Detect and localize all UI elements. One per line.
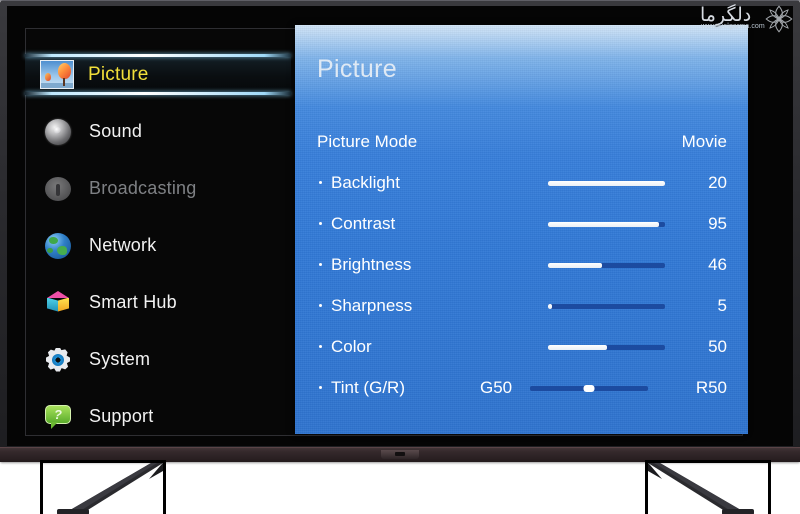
picture-settings-panel: Picture Picture Mode Movie Backlight 20: [295, 25, 748, 434]
setting-value: 50: [708, 336, 727, 356]
sidebar-item-label: Network: [89, 235, 157, 255]
selection-glow-top: [25, 54, 291, 57]
tv-leg-left: [40, 460, 166, 514]
sidebar-item-label: Broadcasting: [89, 178, 197, 198]
speaker-icon: [41, 118, 75, 145]
setting-value: R50: [695, 377, 727, 397]
setting-label: Color: [331, 336, 372, 356]
setting-label: Picture Mode: [317, 131, 418, 151]
sidebar-item-label: Sound: [89, 121, 143, 141]
panel-title: Picture: [317, 55, 397, 83]
bullet-icon: [319, 304, 322, 307]
setting-value: 46: [708, 254, 727, 274]
slider-thumb[interactable]: [583, 385, 595, 392]
slider-fill: [548, 181, 665, 186]
sidebar-item-broadcasting[interactable]: Broadcasting: [26, 168, 308, 209]
setting-label: Backlight: [331, 172, 400, 192]
sidebar-item-sound[interactable]: Sound: [26, 111, 308, 152]
selection-glow-bottom: [25, 92, 291, 95]
setting-label: Contrast: [331, 213, 396, 233]
setting-row-color[interactable]: Color 50: [295, 326, 748, 367]
question-bubble-icon: ?: [41, 403, 75, 430]
slider-fill: [548, 263, 602, 268]
ir-sensor-badge: [381, 450, 419, 459]
cube-icon: [41, 289, 75, 316]
tv-leg-right: [645, 460, 771, 514]
bezel-highlight: [0, 0, 800, 1]
slider-fill: [548, 304, 552, 309]
slider-fill: [548, 345, 607, 350]
contrast-slider[interactable]: [548, 222, 665, 227]
sidebar-item-label: Smart Hub: [89, 292, 177, 312]
setting-row-brightness[interactable]: Brightness 46: [295, 244, 748, 285]
sidebar-item-label: Picture: [88, 63, 149, 85]
bullet-icon: [319, 222, 322, 225]
bullet-icon: [319, 181, 322, 184]
setting-row-backlight[interactable]: Backlight 20: [295, 162, 748, 203]
setting-row-picture-mode[interactable]: Picture Mode Movie: [295, 121, 748, 162]
slider-fill: [548, 222, 660, 227]
sidebar-item-system[interactable]: System: [26, 339, 308, 380]
sidebar-item-smart-hub[interactable]: Smart Hub: [26, 282, 308, 323]
bullet-icon: [319, 263, 322, 266]
setting-row-sharpness[interactable]: Sharpness 5: [295, 285, 748, 326]
tint-min-label: G50: [480, 377, 513, 397]
gear-icon: [41, 346, 75, 373]
balloon-photo-icon: [40, 60, 74, 89]
setting-value: 20: [708, 172, 727, 192]
backlight-slider[interactable]: [548, 181, 665, 186]
satellite-dish-icon: [41, 175, 75, 202]
setting-value: 95: [708, 213, 727, 233]
setting-value: Movie: [681, 131, 727, 151]
settings-rows: Picture Mode Movie Backlight 20 Contrast: [295, 121, 748, 408]
sidebar-item-picture[interactable]: Picture: [25, 54, 291, 95]
setting-row-tint[interactable]: Tint (G/R) G50 R50: [295, 367, 748, 408]
setting-value: 5: [717, 295, 727, 315]
brightness-slider[interactable]: [548, 263, 665, 268]
sidebar-item-label: Support: [89, 406, 154, 426]
sharpness-slider[interactable]: [548, 304, 665, 309]
settings-sidebar: Picture Sound Broadcasting Network Smart…: [25, 29, 308, 437]
setting-label: Brightness: [331, 254, 412, 274]
setting-row-contrast[interactable]: Contrast 95: [295, 203, 748, 244]
setting-label: Sharpness: [331, 295, 413, 315]
bullet-icon: [319, 345, 322, 348]
sidebar-item-network[interactable]: Network: [26, 225, 308, 266]
tv-screenshot: Picture Sound Broadcasting Network Smart…: [0, 0, 800, 514]
tv-screen: Picture Sound Broadcasting Network Smart…: [7, 6, 793, 446]
sidebar-item-label: System: [89, 349, 151, 369]
globe-icon: [41, 232, 75, 259]
sidebar-item-support[interactable]: ? Support: [26, 396, 308, 437]
setting-label: Tint (G/R): [331, 377, 405, 397]
bullet-icon: [319, 386, 322, 389]
color-slider[interactable]: [548, 345, 665, 350]
tint-slider[interactable]: [530, 385, 648, 392]
